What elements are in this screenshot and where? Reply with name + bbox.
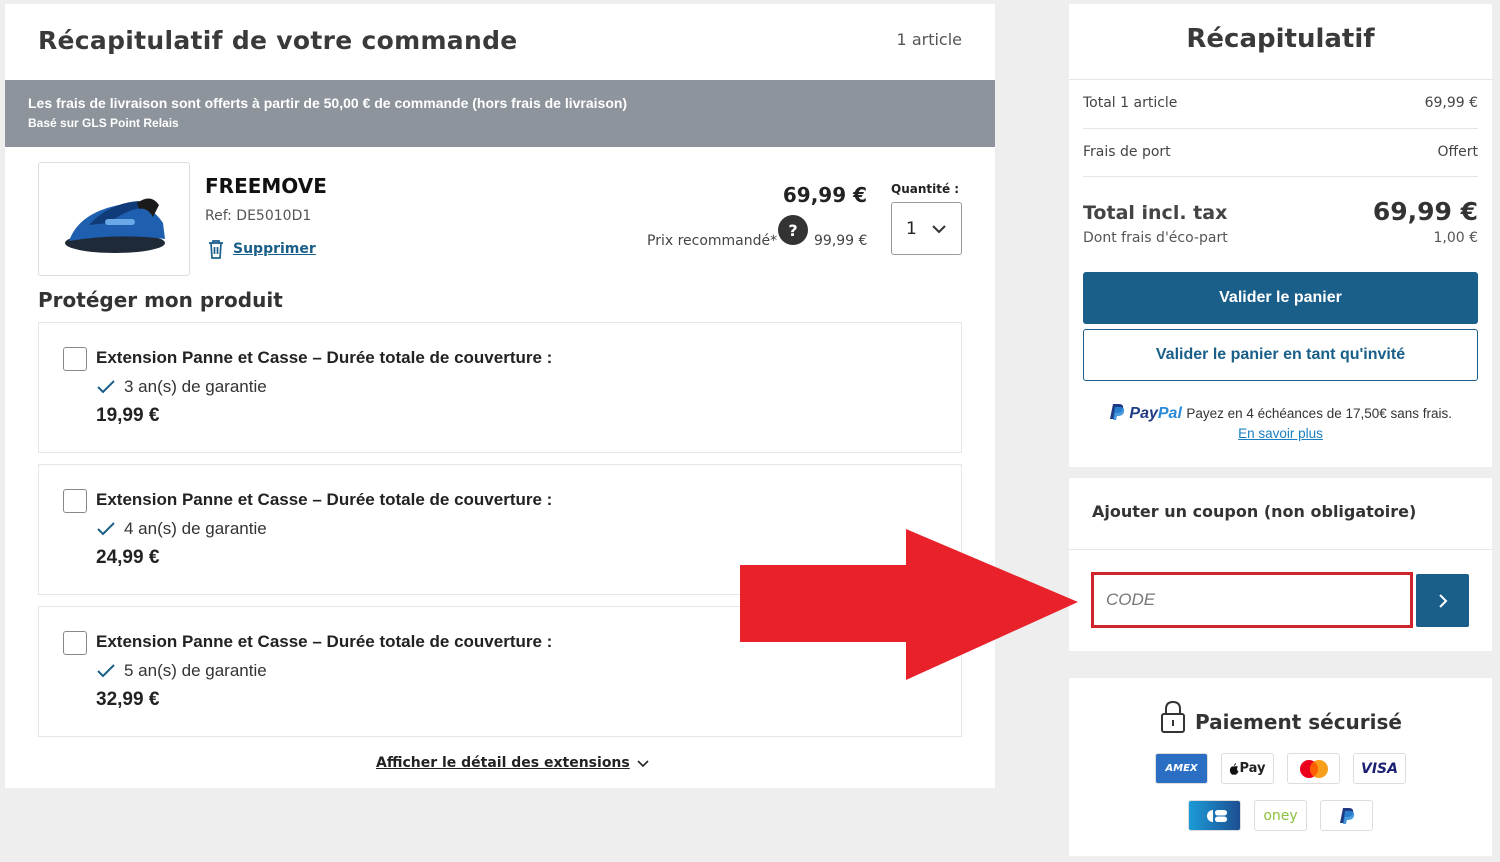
extension-duration: 4 an(s) de garantie <box>96 519 267 539</box>
validate-cart-button[interactable]: Valider le panier <box>1083 272 1478 324</box>
shipping-banner-text: Les frais de livraison sont offerts à pa… <box>28 95 628 111</box>
visa-label: VISA <box>1361 760 1398 777</box>
extension-details-label: Afficher le détail des extensions <box>376 755 630 771</box>
extension-checkbox[interactable] <box>63 489 87 513</box>
coupon-panel: Ajouter un coupon (non obligatoire) <box>1069 478 1492 651</box>
oney-label: oney <box>1263 807 1298 824</box>
apple-logo-icon <box>1230 762 1239 775</box>
secure-payment-title: Paiement sécurisé <box>1069 700 1492 734</box>
paypal-logo: PayPal <box>1109 404 1186 422</box>
steam-iron-icon <box>65 198 165 253</box>
cb-logo-icon <box>1206 809 1227 822</box>
shipping-banner: Les frais de livraison sont offerts à pa… <box>5 80 995 147</box>
extension-card: Extension Panne et Casse – Durée totale … <box>38 322 962 453</box>
extension-details-link[interactable]: Afficher le détail des extensions <box>376 755 650 771</box>
total-label: Total incl. tax <box>1083 202 1228 224</box>
article-count: 1 article <box>896 30 962 49</box>
divider <box>1083 176 1478 177</box>
apple-pay-label: Pay <box>1239 761 1266 776</box>
extension-duration-text: 4 an(s) de garantie <box>124 519 267 538</box>
delete-product-link[interactable]: Supprimer <box>205 238 316 260</box>
paypal-logo-pay: Pay <box>1129 405 1158 422</box>
lock-icon <box>1161 700 1186 733</box>
carte-bancaire-icon <box>1188 800 1241 831</box>
amex-label: AMEX <box>1165 763 1198 774</box>
summary-row-label: Total 1 article <box>1083 95 1178 111</box>
divider <box>1069 549 1492 550</box>
shipping-banner-subtext: Basé sur GLS Point Relais <box>28 116 179 130</box>
check-icon <box>97 522 115 536</box>
extension-title: Extension Panne et Casse – Durée totale … <box>96 632 553 651</box>
extension-price: 19,99 € <box>96 405 160 426</box>
delete-label: Supprimer <box>233 241 316 257</box>
summary-row: Total 1 article 69,99 € <box>1083 95 1478 111</box>
extension-price: 32,99 € <box>96 689 160 710</box>
secure-payment-label: Paiement sécurisé <box>1195 710 1402 734</box>
mastercard-circles-icon <box>1299 759 1328 778</box>
extension-duration: 5 an(s) de garantie <box>96 661 267 681</box>
extension-duration: 3 an(s) de garantie <box>96 377 267 397</box>
secure-payment-panel: Paiement sécurisé AMEX Pay VISA oney <box>1069 678 1492 856</box>
paypal-icon <box>1339 807 1354 824</box>
summary-row-value: Offert <box>1437 144 1478 160</box>
visa-icon: VISA <box>1353 753 1406 784</box>
quantity-value: 1 <box>906 218 917 239</box>
red-arrow-icon <box>740 529 1078 680</box>
check-icon <box>97 664 115 678</box>
summary-panel: Récapitulatif Total 1 article 69,99 € Fr… <box>1069 4 1492 467</box>
paypal-icon <box>1109 404 1125 420</box>
chevron-down-icon <box>637 759 649 767</box>
paypal-logo-pal: Pal <box>1157 405 1182 422</box>
paypal-info: PayPal Payez en 4 échéances de 17,50€ sa… <box>1099 403 1462 444</box>
payment-cards-row: AMEX Pay VISA <box>1069 753 1492 784</box>
extension-duration-text: 5 an(s) de garantie <box>124 661 267 680</box>
paypal-card-icon <box>1320 800 1373 831</box>
divider <box>1083 128 1478 129</box>
product-image[interactable] <box>38 162 190 276</box>
check-icon <box>97 380 115 394</box>
help-icon[interactable]: ? <box>778 215 808 245</box>
eco-part-label: Dont frais d'éco-part <box>1083 230 1228 246</box>
extension-title: Extension Panne et Casse – Durée totale … <box>96 348 553 367</box>
chevron-down-icon <box>932 224 946 233</box>
mastercard-icon <box>1287 753 1340 784</box>
extension-checkbox[interactable] <box>63 631 87 655</box>
oney-icon: oney <box>1254 800 1307 831</box>
coupon-title: Ajouter un coupon (non obligatoire) <box>1092 502 1417 521</box>
summary-row-value: 69,99 € <box>1424 95 1478 111</box>
extension-price: 24,99 € <box>96 547 160 568</box>
apple-pay-icon: Pay <box>1221 753 1274 784</box>
quantity-select[interactable]: 1 <box>891 202 962 255</box>
order-title: Récapitulatif de votre commande <box>38 26 518 55</box>
protect-title: Protéger mon produit <box>38 288 283 312</box>
paypal-more-link[interactable]: En savoir plus <box>1238 426 1323 441</box>
extension-duration-text: 3 an(s) de garantie <box>124 377 267 396</box>
chevron-right-icon <box>1438 593 1447 608</box>
amex-icon: AMEX <box>1155 753 1208 784</box>
recommended-price: 99,99 € <box>814 233 868 249</box>
eco-part-value: 1,00 € <box>1433 230 1478 246</box>
quantity-label: Quantité : <box>891 182 960 196</box>
summary-row-label: Frais de port <box>1083 144 1171 160</box>
summary-title: Récapitulatif <box>1186 24 1375 54</box>
extension-checkbox[interactable] <box>63 347 87 371</box>
coupon-code-input[interactable] <box>1091 572 1413 628</box>
product-price: 69,99 € <box>782 183 867 207</box>
guest-checkout-button[interactable]: Valider le panier en tant qu'invité <box>1083 329 1478 381</box>
product-name: FREEMOVE <box>205 174 327 198</box>
recommended-price-label: Prix recommandé* <box>647 233 778 249</box>
payment-cards-row: oney <box>1069 800 1492 831</box>
coupon-submit-button[interactable] <box>1416 574 1469 627</box>
total-value: 69,99 € <box>1372 197 1478 226</box>
summary-row: Frais de port Offert <box>1083 144 1478 160</box>
product-ref: Ref: DE5010D1 <box>205 208 312 224</box>
divider <box>1069 79 1492 80</box>
trash-icon <box>209 240 223 259</box>
extension-title: Extension Panne et Casse – Durée totale … <box>96 490 553 509</box>
paypal-text: Payez en 4 échéances de 17,50€ sans frai… <box>1186 406 1453 421</box>
